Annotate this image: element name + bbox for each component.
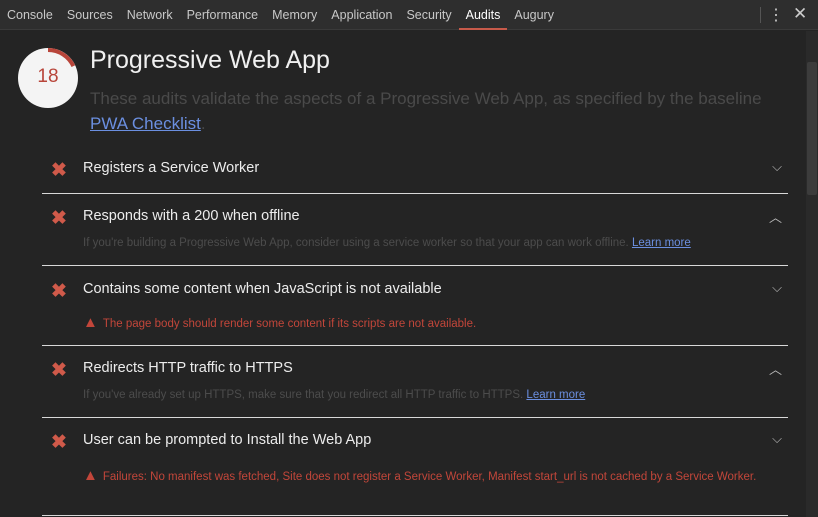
tab-network[interactable]: Network xyxy=(120,0,180,30)
audit-warning: ▲ The page body should render some conten… xyxy=(83,314,773,333)
fail-icon: ✖ xyxy=(51,281,67,302)
page-title: Progressive Web App xyxy=(90,46,330,74)
warning-text: Failures: No manifest was fetched, Site … xyxy=(102,471,757,483)
close-icon[interactable]: ✕ xyxy=(793,4,807,24)
audit-warning: ▲ Failures: No manifest was fetched, Site… xyxy=(83,467,773,486)
audit-title: Contains some content when JavaScript is… xyxy=(83,281,442,297)
tab-application[interactable]: Application xyxy=(324,0,399,30)
tab-sources[interactable]: Sources xyxy=(60,0,120,30)
tab-console[interactable]: Console xyxy=(0,0,60,30)
tab-augury[interactable]: Augury xyxy=(507,0,561,30)
period: . xyxy=(200,114,206,133)
audit-row[interactable]: ✖ User can be prompted to Install the We… xyxy=(42,431,788,516)
fail-icon: ✖ xyxy=(51,160,67,181)
chevron-down-icon[interactable]: ⌵ xyxy=(772,431,782,447)
help-text: If you've already set up HTTPS, make sur… xyxy=(83,389,524,401)
scrollbar-thumb[interactable] xyxy=(807,62,817,195)
audit-title: User can be prompted to Install the Web … xyxy=(83,432,372,448)
chevron-up-icon[interactable]: ︿ xyxy=(769,359,782,378)
tab-security[interactable]: Security xyxy=(399,0,458,30)
audit-title: Responds with a 200 when offline xyxy=(83,208,300,224)
learn-more-link[interactable]: Learn more xyxy=(526,389,585,401)
audit-row[interactable]: ✖ Responds with a 200 when offline ︿ If … xyxy=(42,207,788,266)
pwa-checklist-link[interactable]: PWA Checklist xyxy=(90,114,201,133)
warning-icon: ▲ xyxy=(83,314,98,331)
audit-help: If you've already set up HTTPS, make sur… xyxy=(83,389,585,401)
fail-icon: ✖ xyxy=(51,432,67,453)
chevron-down-icon[interactable]: ⌵ xyxy=(772,280,782,296)
audit-row[interactable]: ✖ Redirects HTTP traffic to HTTPS ︿ If y… xyxy=(42,359,788,418)
tab-memory[interactable]: Memory xyxy=(265,0,324,30)
help-text: If you're building a Progressive Web App… xyxy=(83,237,629,249)
learn-more-link[interactable]: Learn more xyxy=(632,237,691,249)
divider xyxy=(760,7,761,23)
fail-icon: ✖ xyxy=(51,208,67,229)
audit-title: Redirects HTTP traffic to HTTPS xyxy=(83,360,293,376)
fail-icon: ✖ xyxy=(51,360,67,381)
more-options-icon[interactable]: ⋮ xyxy=(768,5,784,25)
tab-performance[interactable]: Performance xyxy=(180,0,266,30)
warning-icon: ▲ xyxy=(83,467,98,484)
tab-audits[interactable]: Audits xyxy=(458,0,508,30)
audit-title: Registers a Service Worker xyxy=(83,160,260,176)
warning-text: The page body should render some content… xyxy=(102,318,477,330)
audit-row[interactable]: ✖ Registers a Service Worker ⌵ xyxy=(42,159,788,194)
category-description: These audits validate the aspects of a P… xyxy=(90,86,770,136)
score-value: 18 xyxy=(37,66,59,87)
chevron-down-icon[interactable]: ⌵ xyxy=(772,159,782,175)
audit-row[interactable]: ✖ Contains some content when JavaScript … xyxy=(42,280,788,346)
chevron-up-icon[interactable]: ︿ xyxy=(769,207,782,226)
devtools-tab-bar: Console Sources Network Performance Memo… xyxy=(0,0,818,30)
audit-help: If you're building a Progressive Web App… xyxy=(83,237,691,249)
description-text: These audits validate the aspects of a P… xyxy=(90,89,762,108)
